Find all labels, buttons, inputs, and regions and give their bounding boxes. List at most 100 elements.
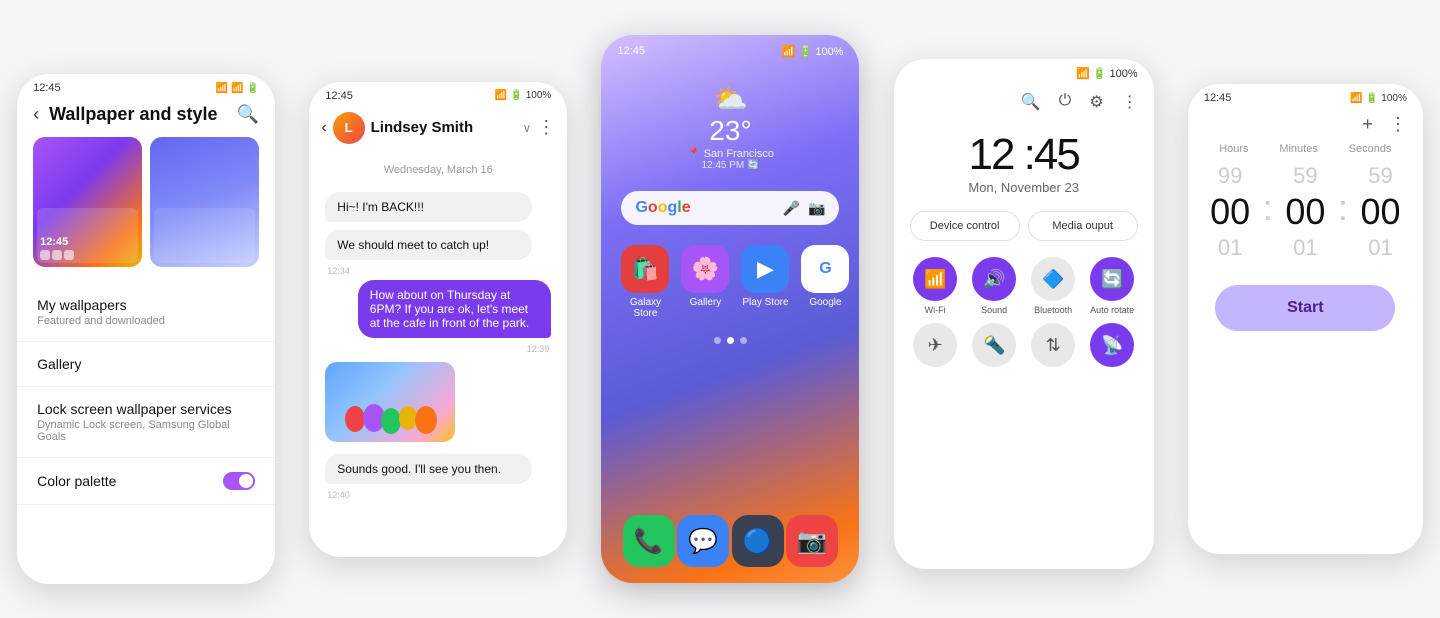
dot-1 xyxy=(714,337,721,344)
more-options-icon[interactable]: ⋮ xyxy=(537,117,555,138)
google-icon: G xyxy=(801,245,849,293)
play-store-icon: ▶ xyxy=(741,245,789,293)
mini-screen-left: 12:45 xyxy=(37,208,138,263)
signal-icon-1: 📶 xyxy=(231,83,243,94)
colon-1: : xyxy=(1263,187,1273,229)
status-icons-2: 📶 🔋 100% xyxy=(495,90,551,101)
toggle-rotate[interactable]: 🔄 Auto rotate xyxy=(1087,257,1138,315)
mini-icon-2 xyxy=(52,250,62,260)
clock-time: 12 :45 xyxy=(894,130,1154,180)
status-time-2: 12:45 xyxy=(325,90,353,102)
battery-pct-4: 100% xyxy=(1110,68,1138,80)
phone-messages: 12:45 📶 🔋 100% ‹ L Lindsey Smith ∨ ⋮ Wed… xyxy=(309,82,567,557)
hours-col: 99 00 01 xyxy=(1210,163,1250,261)
wifi-label: Wi-Fi xyxy=(925,305,946,315)
bluetooth-label: Bluetooth xyxy=(1034,305,1072,315)
toggle-wifi[interactable]: 📶 Wi-Fi xyxy=(910,257,961,315)
cast-toggle-icon: 📡 xyxy=(1090,323,1134,367)
lock-clock: 12 :45 Mon, November 23 xyxy=(894,120,1154,199)
phone-timer: 12:45 📶 🔋 100% + ⋮ Hours Minutes Seconds… xyxy=(1188,84,1423,554)
toggle-bluetooth[interactable]: 🔷 Bluetooth xyxy=(1028,257,1079,315)
temperature: 23° xyxy=(709,115,751,147)
wallpaper-thumb-right[interactable] xyxy=(150,137,259,267)
google-search-bar[interactable]: Google 🎤 📷 xyxy=(621,191,839,225)
dock-camera[interactable]: 📷 xyxy=(786,515,838,567)
toggle-sound[interactable]: 🔊 Sound xyxy=(969,257,1020,315)
color-palette-toggle[interactable] xyxy=(223,472,255,490)
search-qs-icon[interactable]: 🔍 xyxy=(1021,92,1041,112)
toggle-data[interactable]: ⇅ xyxy=(1028,323,1079,371)
power-icon[interactable]: ⏻ xyxy=(1059,92,1072,112)
menu-item-my-wallpapers[interactable]: My wallpapers Featured and downloaded xyxy=(17,283,275,342)
phone-home: 12:45 📶 🔋 100% ⛅ 23° 📍 San Francisco 12:… xyxy=(601,35,859,583)
status-time-1: 12:45 xyxy=(33,82,61,94)
messages-app-icon: 💬 xyxy=(677,515,729,567)
media-output-btn[interactable]: Media ouput xyxy=(1028,211,1138,241)
menu-item-color-palette[interactable]: Color palette xyxy=(17,458,275,505)
chevron-down-icon: ∨ xyxy=(522,121,531,135)
toggle-airplane[interactable]: ✈ xyxy=(910,323,961,371)
wifi-toggle-icon: 📶 xyxy=(913,257,957,301)
start-button[interactable]: Start xyxy=(1215,285,1395,331)
app-gallery[interactable]: 🌸 Gallery xyxy=(681,245,729,319)
page-dots xyxy=(601,329,859,352)
mini-icon-3 xyxy=(64,250,74,260)
mic-icon[interactable]: 🎤 xyxy=(783,200,800,217)
app-google[interactable]: G Google xyxy=(801,245,849,319)
wifi-icon-4: 📶 xyxy=(1076,67,1090,80)
toggle-cast[interactable]: 📡 xyxy=(1087,323,1138,371)
dock-phone[interactable]: 📞 xyxy=(623,515,675,567)
hours-bot: 01 xyxy=(1218,235,1242,261)
status-bar-3: 12:45 📶 🔋 100% xyxy=(601,35,859,62)
battery-icon-4: 🔋 xyxy=(1093,67,1107,80)
bluetooth-toggle-icon: 🔷 xyxy=(1031,257,1075,301)
more-timer-icon[interactable]: ⋮ xyxy=(1389,114,1407,135)
menu-list: My wallpapers Featured and downloaded Ga… xyxy=(17,283,275,505)
phone-app-icon: 📞 xyxy=(623,515,675,567)
mini-icon-1 xyxy=(40,250,50,260)
weather-icon: ⛅ xyxy=(713,82,748,115)
hours-label: Hours xyxy=(1219,143,1248,155)
menu-item-lock-screen[interactable]: Lock screen wallpaper services Dynamic L… xyxy=(17,387,275,458)
settings-icon[interactable]: ⚙ xyxy=(1089,92,1103,112)
device-control-btn[interactable]: Device control xyxy=(910,211,1020,241)
phone-wallpaper-style: 12:45 📶 📶 🔋 ‹ Wallpaper and style 🔍 12:4… xyxy=(17,74,275,584)
rotate-label: Auto rotate xyxy=(1090,305,1134,315)
search-button-1[interactable]: 🔍 xyxy=(237,104,259,125)
dock-samsung[interactable]: 🔵 xyxy=(732,515,784,567)
battery-icon-2: 🔋 xyxy=(510,90,522,101)
more-qs-icon[interactable]: ⋮ xyxy=(1122,92,1138,112)
qs-header-icons: 🔍 ⏻ ⚙ ⋮ xyxy=(894,88,1154,120)
app-label-galaxy-store: Galaxy Store xyxy=(621,297,669,319)
minutes-col: 59 00 01 xyxy=(1285,163,1325,261)
data-toggle-icon: ⇅ xyxy=(1031,323,1075,367)
app-play-store[interactable]: ▶ Play Store xyxy=(741,245,789,319)
camera-search-icon[interactable]: 📷 xyxy=(808,200,825,217)
battery-pct-3: 100% xyxy=(815,46,843,58)
camera-app-icon: 📷 xyxy=(786,515,838,567)
dot-2 xyxy=(727,337,734,344)
menu-label-3: Lock screen wallpaper services xyxy=(37,401,255,417)
wallpaper-thumb-left[interactable]: 12:45 xyxy=(33,137,142,267)
weather-widget: ⛅ 23° 📍 San Francisco 12:45 PM 🔄 xyxy=(601,62,859,181)
msg-bubble-2: We should meet to catch up! xyxy=(325,230,531,260)
app-label-google: Google xyxy=(809,297,841,308)
back-button-1[interactable]: ‹ xyxy=(33,104,39,125)
status-bar-1: 12:45 📶 📶 🔋 xyxy=(17,74,275,98)
battery-icon-3: 🔋 xyxy=(799,45,813,58)
colon-2: : xyxy=(1338,187,1348,229)
toggle-flashlight[interactable]: 🔦 xyxy=(969,323,1020,371)
message-image xyxy=(325,362,455,442)
hours-mid: 00 xyxy=(1210,191,1250,233)
location: 📍 San Francisco xyxy=(687,147,774,160)
dock-messages[interactable]: 💬 xyxy=(677,515,729,567)
flashlight-toggle-icon: 🔦 xyxy=(972,323,1016,367)
app-label-gallery: Gallery xyxy=(690,297,722,308)
add-timer-icon[interactable]: + xyxy=(1362,114,1373,135)
menu-item-gallery[interactable]: Gallery xyxy=(17,342,275,387)
status-bar-5: 12:45 📶 🔋 100% xyxy=(1188,84,1423,108)
menu-label-2: Gallery xyxy=(37,356,255,372)
page-title-1: Wallpaper and style xyxy=(49,104,227,125)
back-button-2[interactable]: ‹ xyxy=(321,119,326,137)
app-galaxy-store[interactable]: 🛍️ Galaxy Store xyxy=(621,245,669,319)
